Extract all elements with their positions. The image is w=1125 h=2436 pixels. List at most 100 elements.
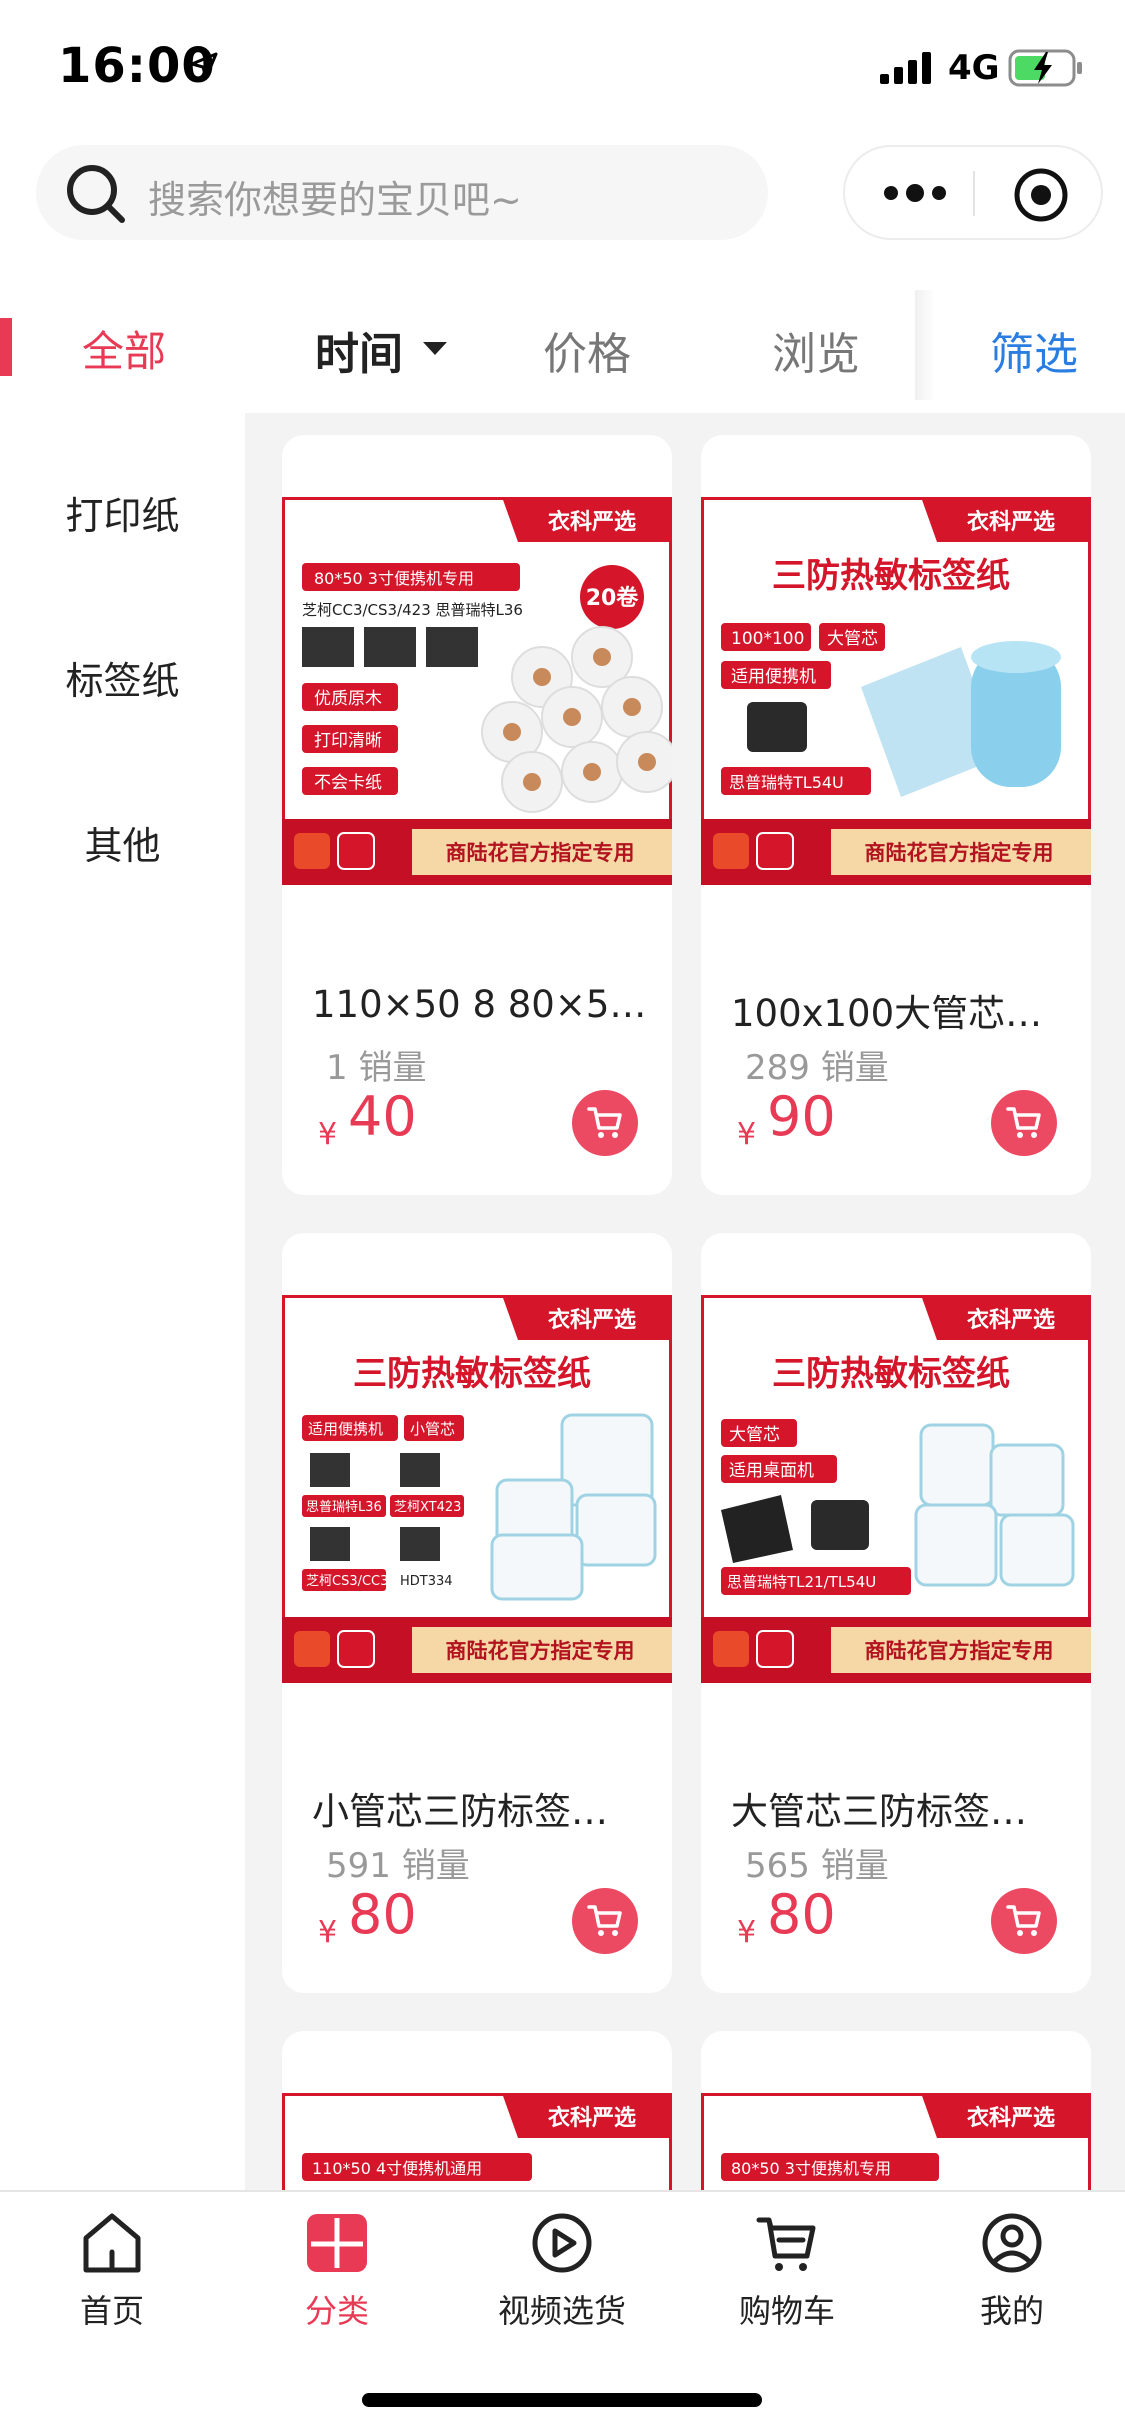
svg-text:大管芯: 大管芯 (827, 629, 878, 649)
svg-text:打印清晰: 打印清晰 (314, 731, 382, 751)
svg-text:适用便携机: 适用便携机 (308, 1420, 383, 1438)
product-card[interactable]: 衣科严选 三防热敏标签纸 100*100 大管芯 适用便携机 思普瑞特TL54U… (701, 435, 1091, 1195)
product-sales: 591 销量 (326, 1846, 470, 1886)
svg-text:适用桌面机: 适用桌面机 (729, 1461, 814, 1481)
product-price: 80 (348, 1883, 417, 1946)
svg-text:商陆花官方指定专用: 商陆花官方指定专用 (446, 1639, 635, 1663)
svg-text:思普瑞特TL21/TL54U: 思普瑞特TL21/TL54U (727, 1573, 876, 1591)
product-card[interactable]: 衣科严选 80*50 3寸便携机专用 芝柯CC3/CS3/423 思普瑞特L36… (282, 435, 672, 1195)
tab-label: 视频选货 (497, 2292, 626, 2330)
svg-text:商陆花官方指定专用: 商陆花官方指定专用 (865, 841, 1054, 865)
tab-cart[interactable]: 购物车 (687, 2212, 887, 2332)
add-to-cart-button[interactable] (572, 1888, 638, 1954)
svg-text:三防热敏标签纸: 三防热敏标签纸 (772, 556, 1010, 596)
tab-label: 分类 (304, 2292, 369, 2330)
svg-text:适用便携机: 适用便携机 (731, 667, 816, 687)
product-title: 小管芯三防标签… (312, 1790, 608, 1833)
svg-text:衣科严选: 衣科严选 (967, 2105, 1055, 2131)
product-title: 大管芯三防标签… (731, 1790, 1027, 1833)
product-grid: 衣科严选 80*50 3寸便携机专用 芝柯CC3/CS3/423 思普瑞特L36… (245, 413, 1125, 2331)
add-to-cart-button[interactable] (991, 1090, 1057, 1156)
sidebar-item-other[interactable]: 其他 (0, 815, 245, 870)
product-image: 衣科严选 三防热敏标签纸 大管芯 适用桌面机 思普瑞特TL21/TL54U 商陆… (701, 1295, 1091, 1683)
battery-charging-icon (1008, 49, 1082, 87)
svg-text:芝柯CS3/CC3: 芝柯CS3/CC3 (306, 1573, 388, 1589)
tab-home[interactable]: 首页 (12, 2212, 212, 2332)
svg-text:20卷: 20卷 (586, 585, 640, 611)
svg-text:HDT334: HDT334 (400, 1574, 453, 1589)
currency-symbol: ¥ (737, 1117, 757, 1152)
svg-text:商陆花官方指定专用: 商陆花官方指定专用 (446, 841, 635, 865)
location-arrow-icon (190, 52, 218, 80)
svg-text:80*50 3寸便携机专用: 80*50 3寸便携机专用 (314, 569, 474, 588)
add-to-cart-button[interactable] (991, 1888, 1057, 1954)
currency-symbol: ¥ (318, 1915, 338, 1950)
svg-text:100*100: 100*100 (731, 629, 804, 649)
home-indicator[interactable] (362, 2393, 762, 2407)
svg-text:商陆花官方指定专用: 商陆花官方指定专用 (865, 1639, 1054, 1663)
currency-symbol: ¥ (318, 1117, 338, 1152)
add-to-cart-button[interactable] (572, 1090, 638, 1156)
search-placeholder: 搜索你想要的宝贝吧~ (148, 178, 522, 222)
svg-text:衣科严选: 衣科严选 (548, 2105, 636, 2131)
sort-browse[interactable]: 浏览 (772, 318, 860, 382)
svg-text:芝柯XT423: 芝柯XT423 (394, 1499, 461, 1515)
cart-icon (1006, 1107, 1041, 1138)
product-sales: 289 销量 (745, 1048, 889, 1088)
category-icon (307, 2214, 367, 2272)
category-all[interactable]: 全部 (82, 318, 166, 379)
svg-text:三防热敏标签纸: 三防热敏标签纸 (772, 1354, 1010, 1394)
tab-video-selection[interactable]: 视频选货 (462, 2212, 662, 2332)
tab-category[interactable]: 分类 (237, 2212, 437, 2332)
tab-me[interactable]: 我的 (912, 2212, 1112, 2332)
svg-text:衣科严选: 衣科严选 (967, 1307, 1055, 1333)
svg-text:思普瑞特TL54U: 思普瑞特TL54U (729, 773, 844, 792)
svg-text:不会卡纸: 不会卡纸 (314, 773, 382, 793)
svg-text:思普瑞特L36: 思普瑞特L36 (306, 1500, 382, 1515)
sidebar-item-label-paper[interactable]: 标签纸 (0, 650, 245, 705)
svg-text:小管芯: 小管芯 (410, 1420, 455, 1438)
cart-icon (1006, 1905, 1041, 1936)
tab-label: 购物车 (738, 2292, 835, 2330)
sidebar-item-print-paper[interactable]: 打印纸 (0, 485, 245, 540)
network-type: 4G (948, 48, 1000, 88)
filter-divider-shadow (915, 290, 935, 400)
sort-price[interactable]: 价格 (543, 318, 631, 382)
svg-text:衣科严选: 衣科严选 (967, 509, 1055, 535)
product-card[interactable]: 衣科严选 三防热敏标签纸 适用便携机 小管芯 思普瑞特L36 芝柯XT423 芝… (282, 1233, 672, 1993)
product-price: 90 (767, 1085, 836, 1148)
more-dots-icon[interactable] (883, 183, 947, 203)
svg-text:110*50 4寸便携机通用: 110*50 4寸便携机通用 (312, 2159, 482, 2178)
svg-text:芝柯CC3/CS3/423 思普瑞特L36: 芝柯CC3/CS3/423 思普瑞特L36 (302, 601, 523, 619)
product-image: 衣科严选 三防热敏标签纸 100*100 大管芯 适用便携机 思普瑞特TL54U… (701, 497, 1091, 885)
sort-time[interactable]: 时间 (315, 318, 403, 382)
product-image: 衣科严选 80*50 3寸便携机专用 芝柯CC3/CS3/423 思普瑞特L36… (282, 497, 672, 885)
mini-program-capsule (843, 145, 1103, 240)
active-category-indicator (0, 318, 12, 376)
home-icon (83, 2213, 141, 2273)
close-target-icon[interactable] (1013, 167, 1069, 223)
status-bar: 16:00 4G (0, 0, 1125, 130)
caret-down-icon (423, 342, 447, 355)
user-icon (982, 2213, 1042, 2273)
badge-text: 衣科严选 (548, 509, 636, 535)
svg-text:优质原木: 优质原木 (314, 689, 382, 709)
currency-symbol: ¥ (737, 1915, 757, 1950)
product-price: 40 (348, 1085, 417, 1148)
filter-button[interactable]: 筛选 (990, 318, 1078, 382)
svg-text:80*50 3寸便携机专用: 80*50 3寸便携机专用 (731, 2159, 891, 2178)
product-sales: 565 销量 (745, 1846, 889, 1886)
search-bar[interactable]: 搜索你想要的宝贝吧~ (36, 145, 768, 240)
product-title: 100x100大管芯… (731, 992, 1043, 1035)
signal-icon (880, 52, 931, 84)
product-image: 衣科严选 三防热敏标签纸 适用便携机 小管芯 思普瑞特L36 芝柯XT423 芝… (282, 1295, 672, 1683)
tab-label: 首页 (79, 2292, 144, 2330)
product-price: 80 (767, 1883, 836, 1946)
tab-label: 我的 (979, 2292, 1044, 2330)
cart-icon (587, 1905, 622, 1936)
product-sales: 1 销量 (326, 1048, 427, 1088)
product-card[interactable]: 衣科严选 三防热敏标签纸 大管芯 适用桌面机 思普瑞特TL21/TL54U 商陆… (701, 1233, 1091, 1993)
svg-text:三防热敏标签纸: 三防热敏标签纸 (353, 1354, 591, 1394)
product-title: 110×50 8 80×5… (312, 983, 647, 1026)
search-icon (67, 165, 125, 223)
